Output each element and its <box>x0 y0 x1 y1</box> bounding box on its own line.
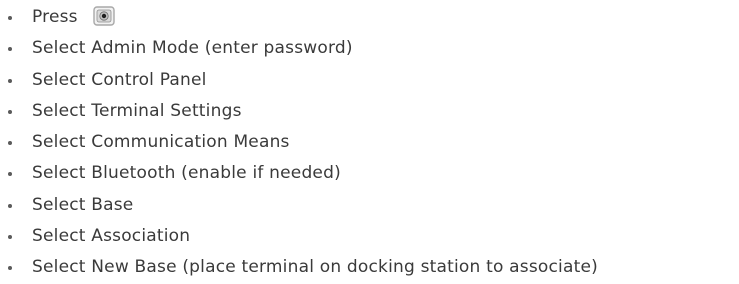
step-admin-mode: Select Admin Mode (enter password) <box>0 33 739 64</box>
step-press-key: Press <box>0 2 739 33</box>
bullet <box>8 16 12 20</box>
step-text: Select Association <box>32 226 191 247</box>
bullet <box>8 78 12 83</box>
bullet <box>8 141 12 146</box>
home-key-icon <box>93 5 116 26</box>
bullet <box>8 235 12 240</box>
step-communication-means: Select Communication Means <box>0 127 739 158</box>
step-text: Select Terminal Settings <box>32 100 242 121</box>
step-text: Press <box>32 7 78 27</box>
step-text: Select Bluetooth (enable if needed) <box>32 163 341 184</box>
step-control-panel: Select Control Panel <box>0 65 739 96</box>
step-text: Select Admin Mode (enter password) <box>32 38 353 59</box>
bullet <box>8 109 12 114</box>
bullet <box>8 47 12 52</box>
instruction-list: Press Select Admin Mode (enter password)… <box>0 2 739 284</box>
bullet <box>8 266 12 271</box>
step-text: Select Control Panel <box>32 69 207 90</box>
step-association: Select Association <box>0 221 739 252</box>
step-text: Select New Base (place terminal on docki… <box>32 257 598 278</box>
step-new-base: Select New Base (place terminal on docki… <box>0 252 739 283</box>
bullet <box>8 172 12 177</box>
step-text: Select Base <box>32 194 134 215</box>
step-terminal-settings: Select Terminal Settings <box>0 96 739 127</box>
step-base: Select Base <box>0 190 739 221</box>
step-bluetooth: Select Bluetooth (enable if needed) <box>0 158 739 189</box>
step-text: Select Communication Means <box>32 132 290 153</box>
bullet <box>8 203 12 208</box>
